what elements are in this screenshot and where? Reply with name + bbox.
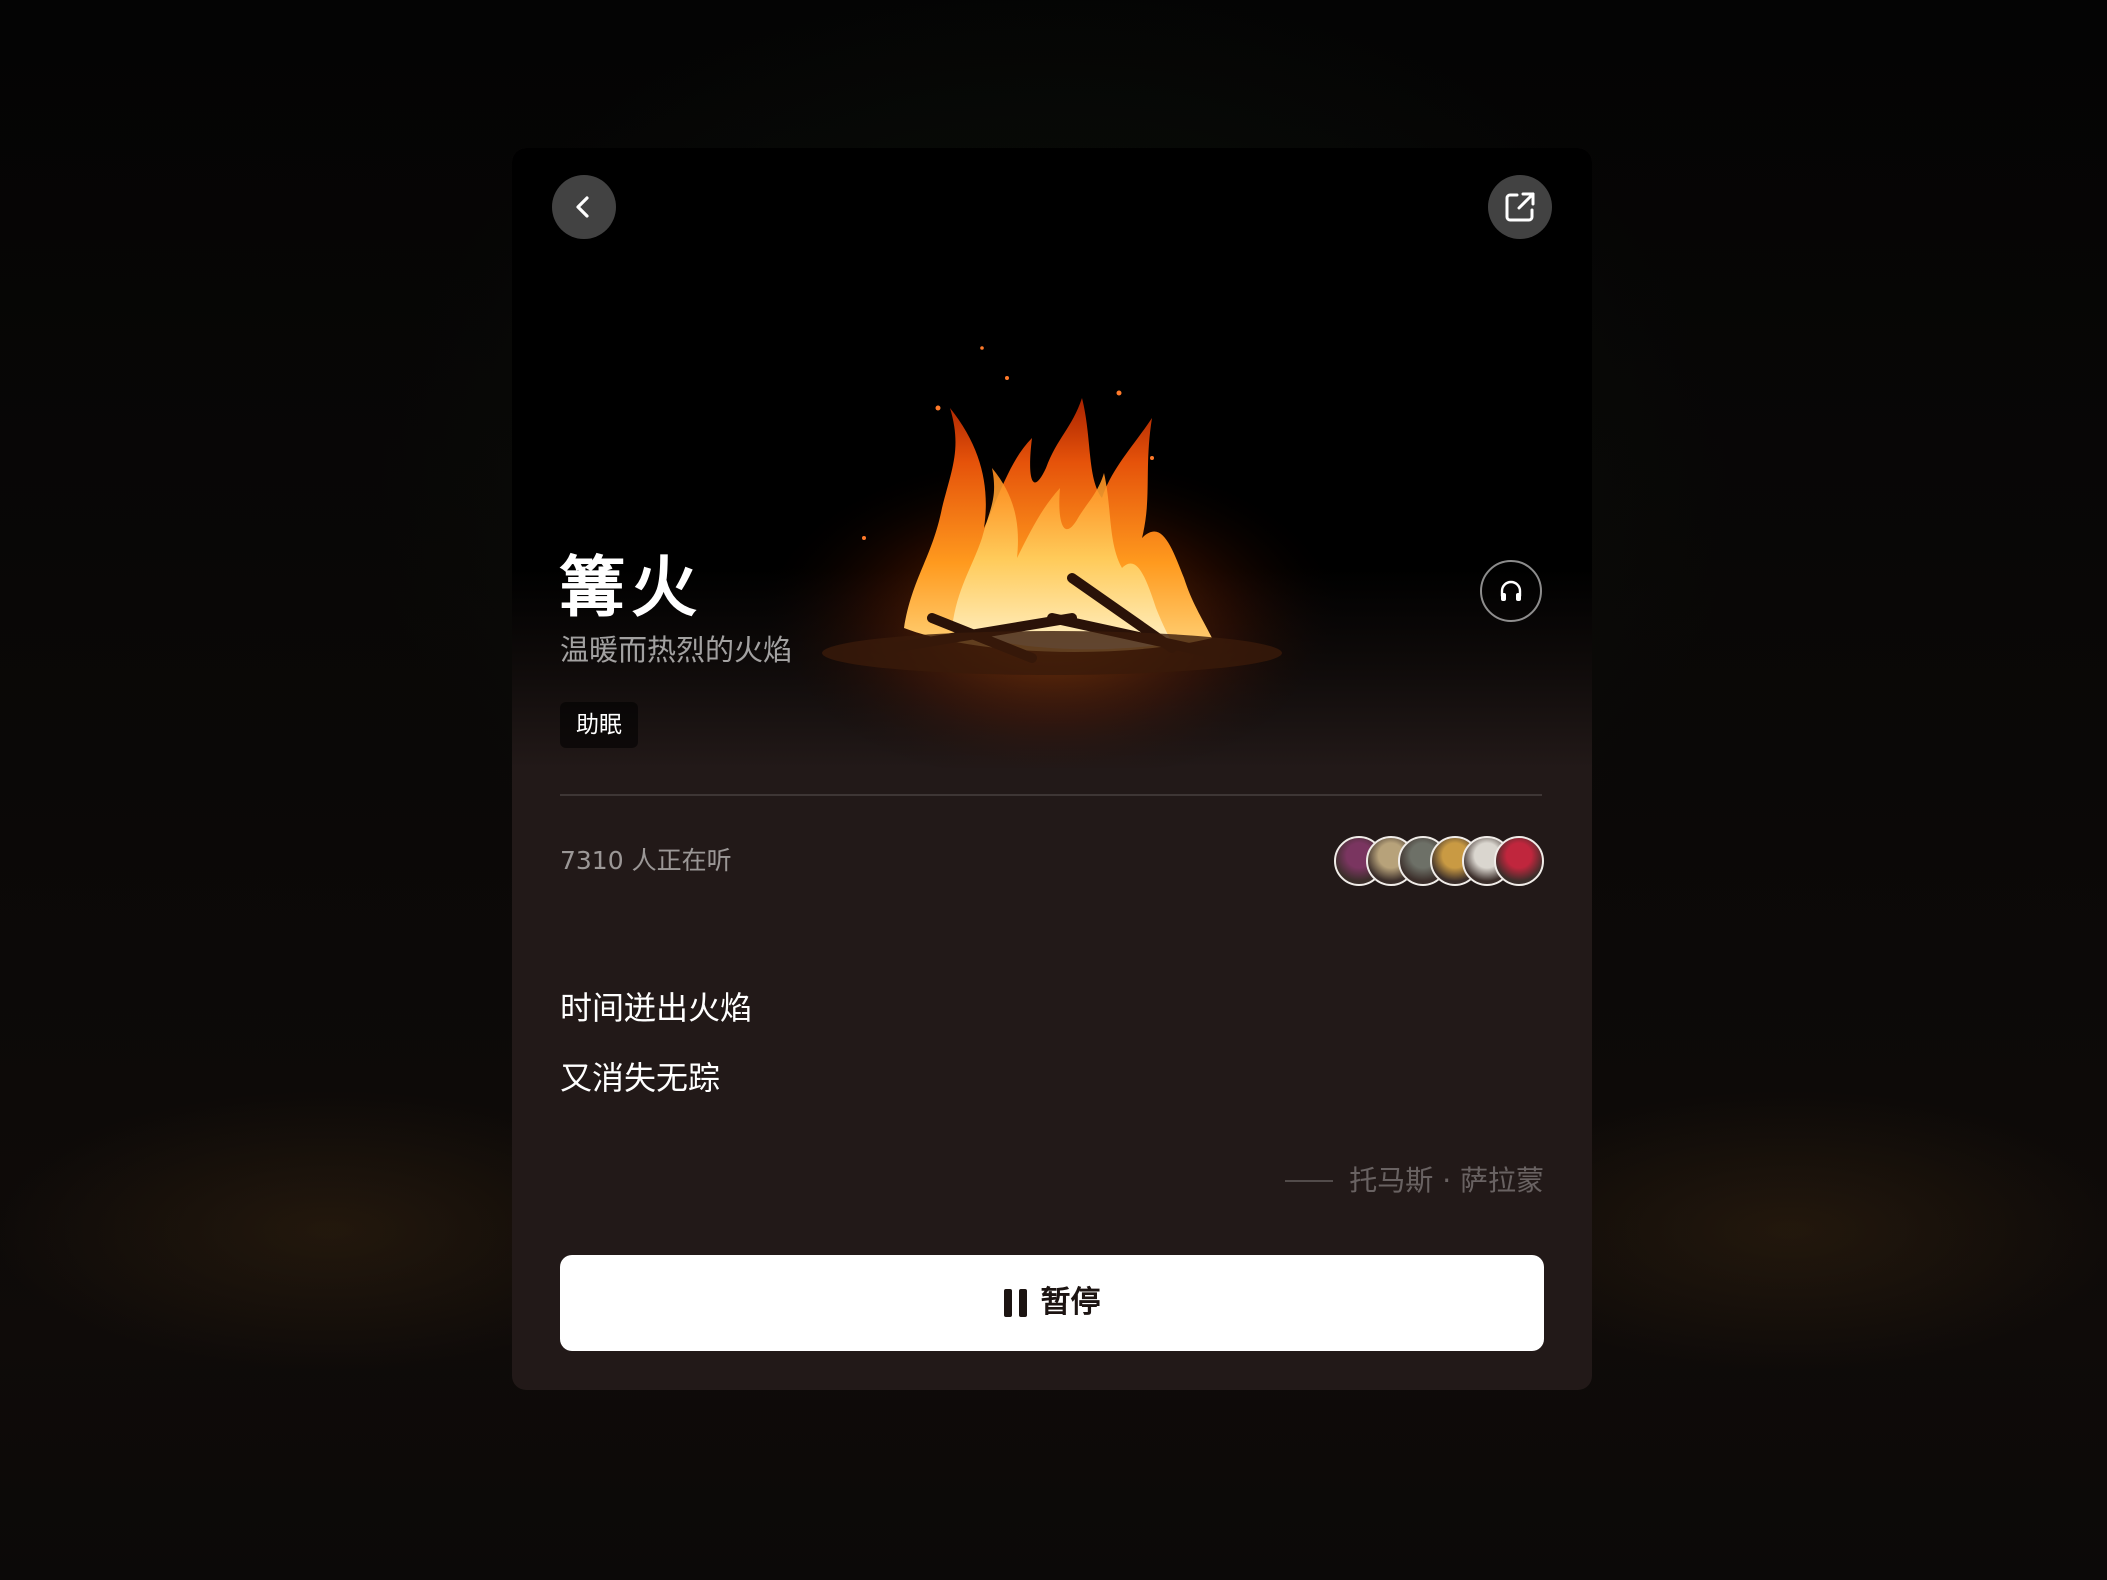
quote-author: 托马斯 · 萨拉蒙 xyxy=(1285,1162,1544,1200)
pause-icon xyxy=(1003,1289,1027,1317)
sound-detail-card: 篝火 温暖而热烈的火焰 助眠 7310 人正在听 时间迸出火焰 又消失无踪 托马… xyxy=(512,148,1592,1390)
quote-line-2: 又消失无踪 xyxy=(560,1059,721,1097)
hero-image-area: 篝火 温暖而热烈的火焰 助眠 xyxy=(512,148,1592,768)
share-button[interactable] xyxy=(1488,175,1552,239)
quote-author-name: 托马斯 · 萨拉蒙 xyxy=(1349,1164,1544,1197)
avatar xyxy=(1494,836,1544,886)
listener-avatars[interactable] xyxy=(1334,836,1544,886)
sound-title: 篝火 xyxy=(559,549,703,626)
back-button[interactable] xyxy=(552,175,616,239)
campfire-image xyxy=(752,346,1352,768)
chevron-left-icon xyxy=(576,196,589,218)
quote-line-1: 时间迸出火焰 xyxy=(560,989,753,1027)
listener-count: 7310 人正在听 xyxy=(560,846,732,875)
listen-mode-button[interactable] xyxy=(1480,560,1542,622)
pause-label: 暂停 xyxy=(1040,1285,1101,1320)
divider xyxy=(560,794,1542,796)
pause-button[interactable]: 暂停 xyxy=(560,1255,1544,1351)
share-external-icon xyxy=(1505,192,1535,222)
sound-subtitle: 温暖而热烈的火焰 xyxy=(560,633,793,667)
author-dash xyxy=(1285,1180,1334,1182)
category-tag[interactable]: 助眠 xyxy=(560,702,638,748)
headphones-icon xyxy=(1500,580,1522,601)
